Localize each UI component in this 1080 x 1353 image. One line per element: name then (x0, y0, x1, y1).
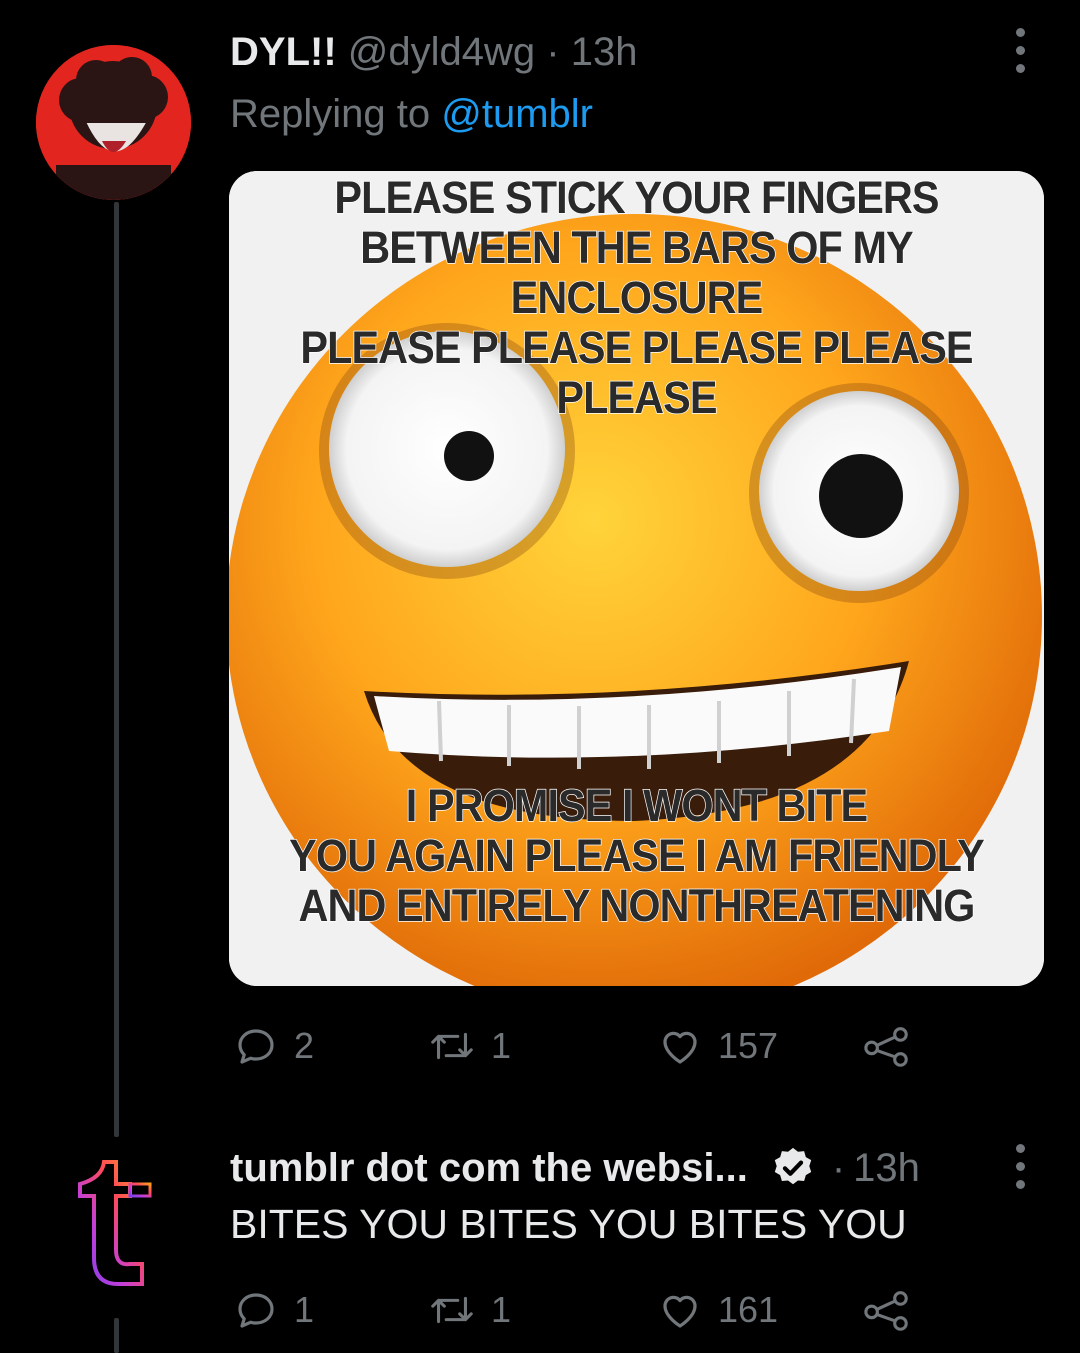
meme-caption-bottom: I PROMISE I WONT BITE YOU AGAIN PLEASE I… (262, 780, 1012, 932)
heart-icon (663, 1031, 697, 1064)
separator-dot: · (546, 30, 560, 74)
retweet-count-2: 1 (491, 1289, 512, 1330)
avatar[interactable] (36, 45, 191, 200)
reply-icon (238, 1293, 274, 1328)
meme-top-line-1: PLEASE STICK YOUR FINGERS (334, 172, 941, 224)
meme-top-line-2: BETWEEN THE BARS OF MY ENCLOSURE (360, 222, 915, 324)
timestamp[interactable]: 13h (571, 30, 638, 74)
tweet-header: DYL!! @dyld4wg · 13h (230, 26, 637, 78)
tweet2-text: BITES YOU BITES YOU BITES YOU (230, 1201, 907, 1247)
meme-bottom-line-2: YOU AGAIN PLEASE I AM FRIENDLY (288, 830, 985, 882)
reply-button[interactable]: 2 (232, 1016, 314, 1076)
more-options-icon-2[interactable] (1000, 1136, 1040, 1196)
share-button[interactable] (862, 1016, 912, 1076)
handle[interactable]: @dyld4wg (348, 30, 535, 74)
retweet-button-2[interactable]: 1 (427, 1280, 511, 1340)
like-count-2: 161 (718, 1289, 779, 1330)
tweet1-actions: 2 1 157 (232, 1016, 932, 1076)
like-button-2[interactable]: 161 (656, 1280, 778, 1340)
replying-prefix: Replying to (230, 92, 431, 136)
display-name[interactable]: DYL!! (230, 30, 337, 74)
retweet-icon (431, 1296, 473, 1324)
separator-dot-2: · (831, 1146, 846, 1190)
replying-to: Replying to @tumblr (230, 88, 593, 140)
meme-bottom-line-1: I PROMISE I WONT BITE (405, 780, 869, 832)
thread-line-top (114, 202, 119, 1137)
more-options-icon[interactable] (1000, 20, 1040, 80)
thread-line-bottom (114, 1318, 119, 1353)
meme-top-line-3: PLEASE PLEASE PLEASE PLEASE PLEASE (300, 322, 975, 424)
heart-icon (663, 1295, 697, 1328)
verified-badge-icon (770, 1145, 816, 1191)
timestamp-2[interactable]: 13h (853, 1142, 920, 1194)
share-icon (864, 1027, 908, 1067)
meme-caption-top: PLEASE STICK YOUR FINGERS BETWEEN THE BA… (262, 172, 1012, 424)
tweet2-actions: 1 1 161 (232, 1280, 932, 1340)
retweet-count: 1 (491, 1025, 512, 1066)
retweet-button[interactable]: 1 (427, 1016, 511, 1076)
share-button-2[interactable] (862, 1280, 912, 1340)
tweet2-header: tumblr dot com the websi... · 13h (230, 1142, 920, 1194)
meme-bottom-line-3: AND ENTIRELY NONTHREATENING (298, 880, 976, 932)
meme-image[interactable]: PLEASE STICK YOUR FINGERS BETWEEN THE BA… (229, 171, 1044, 986)
tumblr-display-name[interactable]: tumblr dot com the websi... (230, 1142, 748, 1194)
reply-icon (238, 1029, 274, 1064)
tumblr-avatar[interactable] (72, 1158, 164, 1290)
reply-count-2: 1 (294, 1289, 315, 1330)
like-button[interactable]: 157 (656, 1016, 778, 1076)
retweet-icon (431, 1032, 473, 1060)
replying-handle-link[interactable]: @tumblr (441, 92, 593, 136)
share-icon (864, 1291, 908, 1331)
reply-count: 2 (294, 1025, 315, 1066)
like-count: 157 (718, 1025, 779, 1066)
reply-button-2[interactable]: 1 (232, 1280, 314, 1340)
